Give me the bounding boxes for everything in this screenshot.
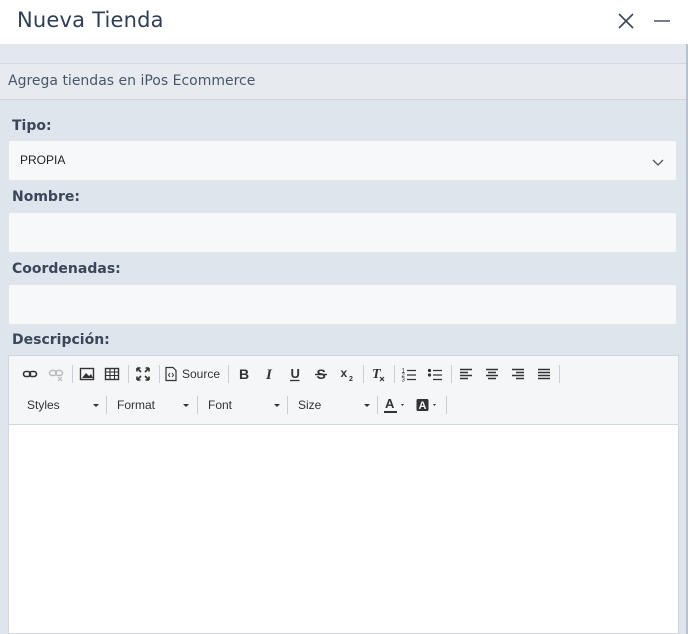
align-right-icon[interactable] [507, 363, 529, 385]
size-label: Size [298, 398, 322, 412]
toolbar-separator [363, 365, 364, 383]
underline-icon[interactable]: U [284, 363, 306, 385]
minimize-icon[interactable] [652, 11, 672, 31]
font-dropdown[interactable]: Font [208, 394, 282, 416]
dialog-titlebar: Nueva Tienda [0, 0, 688, 44]
dialog-subtitle: Agrega tiendas en iPos Ecommerce [8, 73, 256, 89]
image-icon[interactable] [76, 363, 98, 385]
svg-text:A: A [419, 400, 427, 412]
toolbar-separator [159, 365, 160, 383]
dropdown-arrow-icon [364, 404, 370, 407]
svg-text:2: 2 [349, 376, 353, 382]
size-dropdown[interactable]: Size [298, 394, 372, 416]
dropdown-arrow-icon [274, 404, 280, 407]
bulleted-list-icon[interactable] [424, 363, 446, 385]
maximize-icon[interactable] [132, 363, 154, 385]
toolbar-separator [377, 396, 378, 414]
dropdown-arrow-icon [183, 404, 189, 407]
editor-content-area[interactable] [9, 425, 678, 633]
toolbar-separator [451, 365, 452, 383]
toolbar-separator [559, 365, 560, 383]
background-color-button[interactable]: A [415, 394, 441, 416]
bold-icon[interactable]: B [232, 363, 254, 385]
styles-dropdown[interactable]: Styles [27, 394, 101, 416]
svg-text:x: x [341, 366, 348, 380]
coordenadas-input[interactable] [8, 284, 677, 325]
svg-text:I: I [265, 367, 273, 382]
dropdown-arrow-icon [93, 404, 99, 407]
toolbar-separator [446, 396, 447, 414]
strikethrough-icon[interactable]: S [310, 363, 332, 385]
nombre-label: Nombre: [12, 189, 80, 205]
dialog-title: Nueva Tienda [17, 8, 164, 32]
remove-format-icon[interactable]: T [367, 363, 389, 385]
nombre-input[interactable] [8, 212, 677, 253]
source-label: Source [182, 367, 221, 381]
rich-text-editor: Source B I U S x2 T 123 [8, 355, 679, 634]
toolbar-separator [228, 365, 229, 383]
subtitle-bar: Agrega tiendas en iPos Ecommerce [0, 64, 686, 100]
source-button[interactable]: Source [164, 363, 222, 385]
svg-text:A: A [385, 396, 395, 411]
numbered-list-icon[interactable]: 123 [398, 363, 420, 385]
align-center-icon[interactable] [481, 363, 503, 385]
format-dropdown[interactable]: Format [117, 394, 191, 416]
tipo-select-value: PROPIA [20, 153, 66, 167]
tipo-select[interactable]: PROPIA [8, 140, 677, 181]
toolbar-separator [106, 396, 107, 414]
chevron-down-icon [651, 154, 665, 168]
toolbar-separator [394, 365, 395, 383]
justify-icon[interactable] [533, 363, 555, 385]
toolbar-separator [128, 365, 129, 383]
editor-toolbar: Source B I U S x2 T 123 [9, 356, 678, 425]
format-label: Format [117, 398, 156, 412]
svg-text:3: 3 [402, 378, 406, 383]
descripcion-label: Descripción: [12, 332, 110, 348]
styles-label: Styles [27, 398, 60, 412]
close-icon[interactable] [616, 11, 636, 31]
svg-text:U: U [291, 366, 300, 381]
subscript-icon[interactable]: x2 [336, 363, 358, 385]
table-icon[interactable] [101, 363, 123, 385]
header-band [0, 44, 688, 64]
toolbar-separator [287, 396, 288, 414]
text-color-icon: A [384, 396, 404, 413]
font-label: Font [208, 398, 233, 412]
toolbar-separator [197, 396, 198, 414]
unlink-icon[interactable] [45, 363, 67, 385]
tipo-label: Tipo: [12, 118, 52, 134]
align-left-icon[interactable] [455, 363, 477, 385]
coordenadas-label: Coordenadas: [12, 261, 121, 277]
text-color-button[interactable]: A [383, 394, 409, 416]
background-color-icon: A [416, 399, 436, 412]
italic-icon[interactable]: I [258, 363, 280, 385]
link-icon[interactable] [19, 363, 41, 385]
svg-text:B: B [239, 366, 249, 382]
source-icon [165, 366, 177, 382]
toolbar-separator [72, 365, 73, 383]
